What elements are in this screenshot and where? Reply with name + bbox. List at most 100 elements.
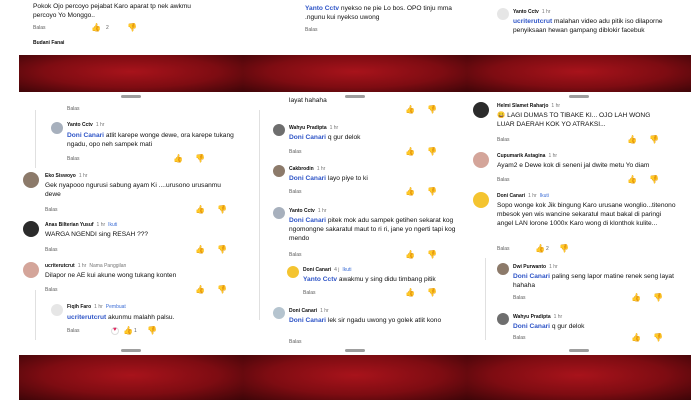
- reply-button[interactable]: Balas: [497, 176, 510, 184]
- reply-button[interactable]: Balas: [45, 206, 58, 214]
- dislike-icon[interactable]: 👎: [559, 244, 569, 253]
- follow-link[interactable]: Ikuti: [108, 222, 117, 228]
- like-icon[interactable]: 👍: [535, 244, 545, 253]
- dislike-icon[interactable]: 👎: [427, 288, 437, 297]
- dislike-icon[interactable]: 👎: [427, 147, 437, 156]
- like-icon[interactable]: 👍: [173, 154, 183, 163]
- drag-handle-icon[interactable]: [569, 95, 589, 98]
- like-icon[interactable]: 👍: [405, 187, 415, 196]
- reply-button[interactable]: Balas: [67, 155, 80, 163]
- like-icon[interactable]: 👍: [405, 250, 415, 259]
- reply-button[interactable]: Balas: [513, 334, 526, 342]
- avatar[interactable]: [497, 263, 509, 275]
- mention-link[interactable]: Yanto Cctv: [303, 276, 337, 283]
- mention-link[interactable]: Doni Canari: [67, 132, 104, 139]
- avatar[interactable]: [273, 165, 285, 177]
- mention-link[interactable]: Doni Canari: [513, 273, 550, 280]
- dislike-icon[interactable]: 👎: [127, 23, 137, 32]
- like-icon[interactable]: 👍: [631, 293, 641, 302]
- comment-author[interactable]: Anas Bilterian Yusuf: [45, 222, 94, 228]
- comment-author[interactable]: Yanto Cctv: [289, 208, 315, 214]
- dislike-icon[interactable]: 👎: [649, 135, 659, 144]
- dislike-icon[interactable]: 👎: [653, 333, 663, 342]
- comment-author[interactable]: Helmi Slamet Raharjo: [497, 103, 548, 109]
- like-icon[interactable]: 👍: [627, 135, 637, 144]
- reply-button[interactable]: Balas: [289, 148, 302, 156]
- comment-author[interactable]: Dwi Purwanto: [513, 264, 546, 270]
- dislike-icon[interactable]: 👎: [427, 187, 437, 196]
- dislike-icon[interactable]: 👎: [427, 105, 437, 114]
- comment-author[interactable]: Doni Canari: [289, 308, 317, 314]
- like-icon[interactable]: 👍: [195, 285, 205, 294]
- reply-button[interactable]: Balas: [33, 24, 46, 32]
- like-icon[interactable]: 👍: [405, 288, 415, 297]
- comment-author[interactable]: Eko Siswoyo: [45, 173, 76, 179]
- reply-button[interactable]: Balas: [497, 136, 510, 144]
- like-icon[interactable]: 👍: [123, 326, 133, 335]
- drag-handle-icon[interactable]: [569, 349, 589, 352]
- avatar[interactable]: [273, 207, 285, 219]
- reply-button[interactable]: Balas: [303, 289, 316, 297]
- avatar[interactable]: [497, 313, 509, 325]
- mention-link[interactable]: ucriterutcrut: [513, 18, 552, 25]
- drag-handle-icon[interactable]: [121, 95, 141, 98]
- like-icon[interactable]: 👍: [631, 333, 641, 342]
- dislike-icon[interactable]: 👎: [649, 175, 659, 184]
- avatar[interactable]: [23, 262, 39, 278]
- comment-author[interactable]: Cakbrodin: [289, 166, 314, 172]
- avatar[interactable]: [497, 8, 509, 20]
- mention-link[interactable]: Doni Canari: [513, 323, 550, 330]
- like-icon[interactable]: 👍: [195, 245, 205, 254]
- comment-author[interactable]: Doni Canari: [497, 193, 525, 199]
- comment-author[interactable]: Fiqih Faro: [67, 304, 91, 310]
- dislike-icon[interactable]: 👎: [147, 326, 157, 335]
- comment-author[interactable]: Budani Fanai: [33, 40, 64, 46]
- avatar[interactable]: [273, 307, 285, 319]
- reply-button[interactable]: Balas: [289, 338, 302, 346]
- avatar[interactable]: [23, 172, 39, 188]
- avatar[interactable]: [51, 122, 63, 134]
- dislike-icon[interactable]: 👎: [217, 285, 227, 294]
- like-icon[interactable]: 👍: [195, 205, 205, 214]
- comment-author[interactable]: Cupumarik Astagina: [497, 153, 545, 159]
- reply-button[interactable]: Balas: [45, 246, 58, 254]
- like-icon[interactable]: 👍: [405, 105, 415, 114]
- comment-author[interactable]: Yanto Cctv: [513, 9, 539, 15]
- drag-handle-icon[interactable]: [345, 349, 365, 352]
- dislike-icon[interactable]: 👎: [217, 245, 227, 254]
- mention-link[interactable]: Doni Canari: [289, 175, 326, 182]
- reply-button[interactable]: Balas: [67, 327, 80, 335]
- avatar[interactable]: [23, 221, 39, 237]
- avatar[interactable]: [473, 102, 489, 118]
- drag-handle-icon[interactable]: [121, 349, 141, 352]
- reply-button[interactable]: Balas: [497, 245, 510, 253]
- like-icon[interactable]: 👍: [91, 23, 101, 32]
- reply-button[interactable]: Balas: [305, 26, 318, 34]
- comment-author[interactable]: Doni Canari: [303, 267, 331, 273]
- avatar[interactable]: [473, 152, 489, 168]
- avatar[interactable]: [51, 304, 63, 316]
- mention-link[interactable]: Yanto Cctv: [305, 5, 339, 12]
- dislike-icon[interactable]: 👎: [427, 250, 437, 259]
- dislike-icon[interactable]: 👎: [195, 154, 205, 163]
- mention-link[interactable]: Doni Canari: [289, 134, 326, 141]
- follow-link[interactable]: Ikuti: [540, 193, 549, 199]
- reply-button[interactable]: Balas: [513, 294, 526, 302]
- comment-author[interactable]: Wahyu Pradipta: [513, 314, 551, 320]
- comment-author[interactable]: Yanto Cctv: [67, 122, 93, 128]
- comment-author[interactable]: ucriterutcrut: [45, 263, 75, 269]
- avatar[interactable]: [273, 124, 285, 136]
- mention-link[interactable]: Doni Canari: [289, 317, 326, 324]
- like-icon[interactable]: 👍: [405, 147, 415, 156]
- like-icon[interactable]: 👍: [627, 175, 637, 184]
- reply-button[interactable]: Balas: [289, 188, 302, 196]
- reply-button[interactable]: Balas: [45, 286, 58, 294]
- comment-author[interactable]: Wahyu Pradipta: [289, 125, 327, 131]
- dislike-icon[interactable]: 👎: [653, 293, 663, 302]
- avatar[interactable]: [473, 192, 489, 208]
- mention-link[interactable]: ucriterutcrut: [67, 314, 106, 321]
- avatar[interactable]: [287, 266, 299, 278]
- dislike-icon[interactable]: 👎: [217, 205, 227, 214]
- reply-button[interactable]: Balas: [67, 105, 80, 113]
- follow-link[interactable]: Ikuti: [342, 267, 351, 273]
